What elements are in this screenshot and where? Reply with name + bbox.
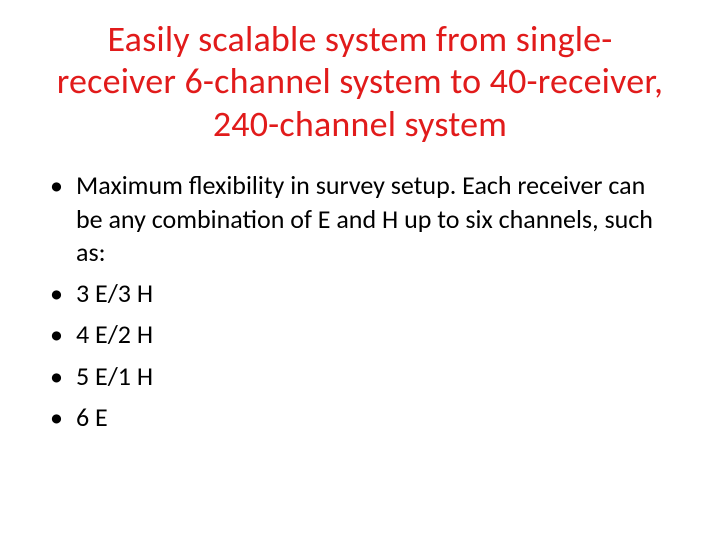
- slide: Easily scalable system from single-recei…: [0, 0, 720, 540]
- list-item: 5 E/1 H: [48, 360, 672, 393]
- slide-title: Easily scalable system from single-recei…: [48, 18, 672, 145]
- list-item: 3 E/3 H: [48, 277, 672, 310]
- list-item: 6 E: [48, 401, 672, 434]
- list-item: 4 E/2 H: [48, 318, 672, 351]
- bullet-list: Maximum flexibility in survey setup. Eac…: [48, 169, 672, 434]
- list-item: Maximum flexibility in survey setup. Eac…: [48, 169, 672, 269]
